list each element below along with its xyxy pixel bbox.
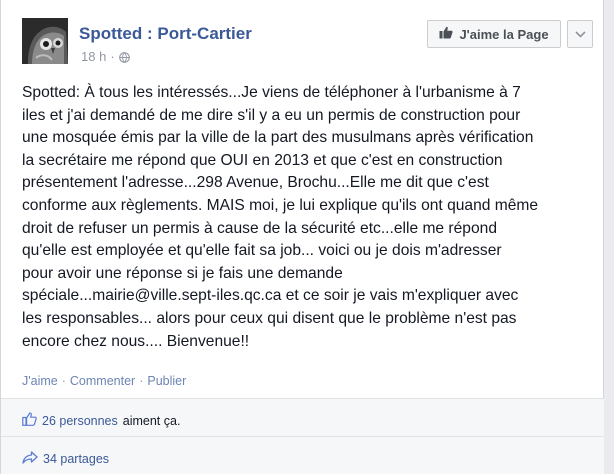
thumbs-up-icon [439,26,454,42]
page-avatar[interactable] [22,18,68,64]
likes-suffix: aiment ça. [122,413,181,428]
post-meta: 18 h · [81,49,130,64]
share-action-link[interactable]: Publier [147,374,186,388]
like-action-link[interactable]: J'aime [22,374,58,388]
like-page-button[interactable]: J'aime la Page [427,20,561,48]
shares-count: 34 partages [43,452,110,466]
post-body-text: Spotted: À tous les intéressés...Je vien… [22,84,539,350]
comment-action-link[interactable]: Commenter [70,374,135,388]
chevron-down-icon [574,25,586,43]
post-timestamp[interactable]: 18 h [81,49,106,64]
thumbs-up-icon [22,412,37,429]
page-background-strip [604,0,614,474]
post-actions: J'aime · Commenter · Publier [22,374,186,388]
action-separator: · [61,374,66,388]
action-separator: · [139,374,144,388]
likes-summary: 26 personnes aiment ça. [22,412,180,429]
stats-middle-divider [1,436,605,437]
owl-icon [22,18,68,64]
share-arrow-icon [22,451,38,467]
like-page-label: J'aime la Page [459,26,549,42]
meta-separator: · [110,49,115,64]
shares-summary[interactable]: 34 partages [22,451,109,467]
post-card: Spotted : Port-Cartier 18 h · J'aime la … [0,0,605,474]
globe-icon[interactable] [118,51,130,63]
likes-count-link[interactable]: 26 personnes [42,414,118,428]
post-options-button[interactable] [567,20,593,48]
stats-top-divider [1,398,605,399]
page-name-link[interactable]: Spotted : Port-Cartier [79,24,252,44]
